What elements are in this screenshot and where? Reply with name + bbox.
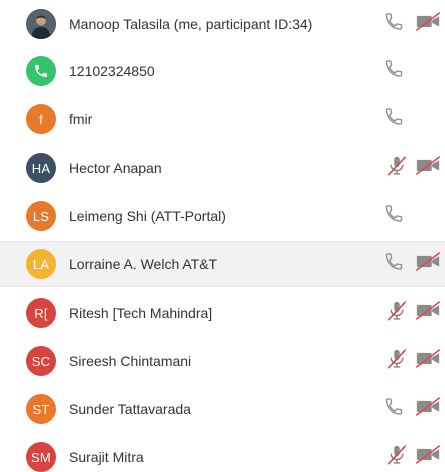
participant-row[interactable]: SM Surajit Mitra (0, 434, 445, 472)
video-off-icon[interactable] (415, 397, 441, 422)
avatar-initials: SM (26, 442, 56, 472)
phone-icon[interactable] (384, 12, 404, 37)
avatar-initials: LS (26, 201, 56, 231)
participant-row[interactable]: LS Leimeng Shi (ATT-Portal) (0, 193, 445, 239)
participant-row[interactable]: f fmir (0, 96, 445, 142)
participant-name: Hector Anapan (69, 160, 162, 176)
participant-row[interactable]: R[ Ritesh [Tech Mahindra] (0, 290, 445, 336)
participant-name: Lorraine A. Welch AT&T (69, 256, 218, 272)
phone-avatar-icon (26, 56, 56, 86)
phone-icon[interactable] (384, 252, 404, 277)
participant-name: Sunder Tattavarada (69, 401, 191, 417)
phone-icon[interactable] (384, 107, 404, 132)
participant-name: Manoop Talasila (me, participant ID:34) (69, 16, 313, 32)
video-off-icon[interactable] (415, 12, 441, 37)
participant-row[interactable]: ST Sunder Tattavarada (0, 386, 445, 432)
avatar-initials: LA (26, 249, 56, 279)
phone-icon[interactable] (384, 59, 404, 84)
participant-row[interactable]: LA Lorraine A. Welch AT&T (0, 241, 445, 287)
mic-muted-icon[interactable] (386, 444, 408, 471)
avatar-initials: SC (26, 346, 56, 376)
participant-name: 12102324850 (69, 63, 155, 79)
video-off-icon[interactable] (415, 156, 441, 181)
phone-icon[interactable] (384, 397, 404, 422)
avatar-photo (26, 9, 56, 39)
avatar-initials: HA (26, 153, 56, 183)
video-off-icon[interactable] (415, 349, 441, 374)
mic-muted-icon[interactable] (386, 155, 408, 182)
mic-muted-icon[interactable] (386, 348, 408, 375)
phone-icon[interactable] (384, 204, 404, 229)
avatar-initials: R[ (26, 298, 56, 328)
avatar-initials: ST (26, 394, 56, 424)
video-off-icon[interactable] (415, 252, 441, 277)
participant-row[interactable]: Manoop Talasila (me, participant ID:34) (0, 1, 445, 47)
participant-name: Sireesh Chintamani (69, 353, 192, 369)
participant-name: Ritesh [Tech Mahindra] (69, 305, 213, 321)
participant-name: fmir (69, 111, 93, 127)
participant-name: Surajit Mitra (69, 449, 144, 465)
participant-row[interactable]: SC Sireesh Chintamani (0, 338, 445, 384)
video-off-icon[interactable] (415, 301, 441, 326)
participant-name: Leimeng Shi (ATT-Portal) (69, 208, 226, 224)
participant-row[interactable]: HA Hector Anapan (0, 145, 445, 191)
video-off-icon[interactable] (415, 445, 441, 470)
participant-row[interactable]: 12102324850 (0, 48, 445, 94)
mic-muted-icon[interactable] (386, 300, 408, 327)
participant-list: Manoop Talasila (me, participant ID:34) 1… (0, 0, 445, 472)
avatar-initials: f (26, 104, 56, 134)
